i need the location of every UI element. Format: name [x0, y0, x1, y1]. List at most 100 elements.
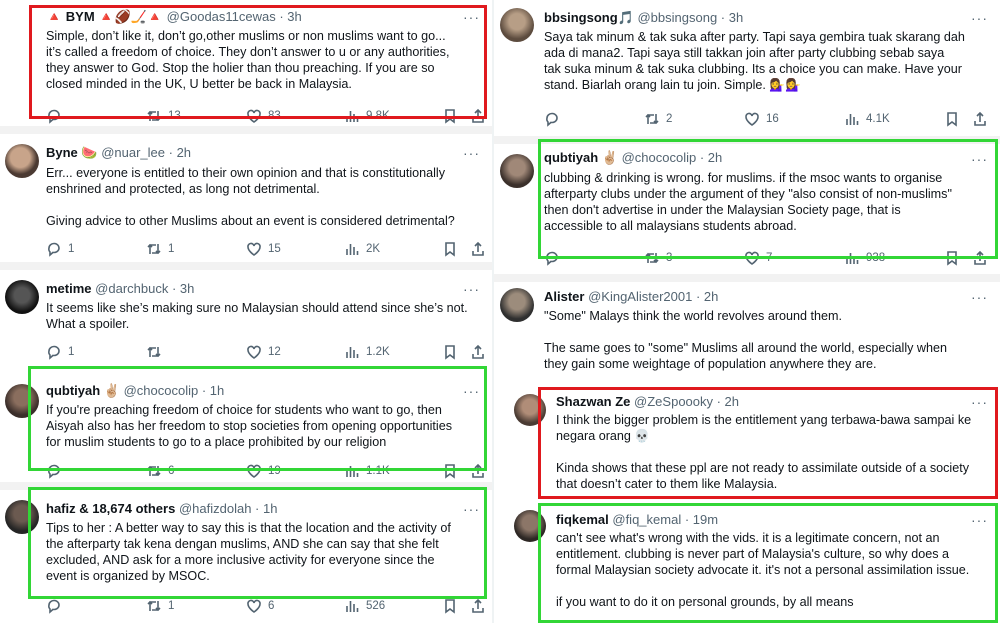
- author-name[interactable]: 🔺 BYM 🔺🏈🏒🔺: [46, 9, 163, 24]
- bookmark-button[interactable]: [442, 107, 458, 125]
- author-name[interactable]: Byne 🍉: [46, 145, 98, 160]
- author-name[interactable]: metime: [46, 281, 92, 296]
- more-options-icon[interactable]: ···: [463, 10, 480, 24]
- author-handle[interactable]: @KingAlister2001 · 2h: [588, 289, 718, 304]
- more-options-icon[interactable]: ···: [463, 282, 480, 296]
- tweet-text: It seems like she’s making sure no Malay…: [46, 301, 468, 331]
- tweet-card[interactable]: qubtiyah ✌🏼 @chococolip · 1h ··· If you'…: [0, 372, 492, 482]
- tweet-card[interactable]: Shazwan Ze @ZeSpoooky · 2h ··· I think t…: [494, 386, 1000, 498]
- more-options-icon[interactable]: ···: [971, 152, 988, 166]
- reply-button[interactable]: [46, 107, 68, 125]
- reply-button[interactable]: 1: [46, 240, 74, 258]
- author-handle[interactable]: @Goodas11cewas · 3h: [167, 9, 302, 24]
- share-button[interactable]: [470, 343, 486, 361]
- more-options-icon[interactable]: ···: [463, 146, 480, 160]
- tweet-card[interactable]: bbsingsong🎵 @bbsingsong · 3h ··· Saya ta…: [494, 0, 1000, 136]
- reply-button[interactable]: [46, 597, 68, 615]
- like-button[interactable]: 15: [246, 240, 281, 258]
- more-options-icon[interactable]: ···: [971, 395, 988, 409]
- tweet-card[interactable]: Alister @KingAlister2001 · 2h ··· "Some"…: [494, 282, 1000, 382]
- bookmark-button[interactable]: [944, 110, 960, 128]
- more-options-icon[interactable]: ···: [971, 513, 988, 527]
- author-name[interactable]: bbsingsong🎵: [544, 10, 634, 25]
- share-button[interactable]: [470, 462, 486, 480]
- tweet-card[interactable]: hafiz & 18,674 others @hafizdolah · 1h ·…: [0, 490, 492, 623]
- avatar[interactable]: [514, 394, 546, 426]
- avatar[interactable]: [514, 510, 546, 542]
- bookmark-button[interactable]: [442, 343, 458, 361]
- author-name[interactable]: hafiz & 18,674 others: [46, 501, 175, 516]
- reply-button[interactable]: [544, 249, 566, 267]
- tweet-divider: [0, 262, 492, 270]
- bookmark-button[interactable]: [944, 249, 960, 267]
- author-name[interactable]: qubtiyah ✌🏼: [544, 150, 618, 165]
- views-button[interactable]: 1.2K: [344, 343, 390, 361]
- heart-icon: [247, 599, 261, 613]
- author-handle[interactable]: @chococolip · 2h: [622, 150, 723, 165]
- like-button[interactable]: 16: [744, 110, 779, 128]
- tweet-card[interactable]: metime @darchbuck · 3h ··· It seems like…: [0, 270, 492, 370]
- retweet-icon: [147, 346, 161, 358]
- views-button[interactable]: 2K: [344, 240, 380, 258]
- author-handle[interactable]: @hafizdolah · 1h: [179, 501, 277, 516]
- tweet-card[interactable]: 🔺 BYM 🔺🏈🏒🔺 @Goodas11cewas · 3h ··· Simpl…: [0, 0, 492, 126]
- retweet-button[interactable]: 3: [644, 249, 672, 267]
- retweet-button[interactable]: 2: [644, 110, 672, 128]
- share-button[interactable]: [470, 597, 486, 615]
- avatar[interactable]: [5, 280, 39, 314]
- retweet-icon: [147, 243, 161, 255]
- retweet-button[interactable]: [146, 343, 168, 361]
- more-options-icon[interactable]: ···: [971, 11, 988, 25]
- reply-button[interactable]: 1: [46, 343, 74, 361]
- tweet-actions: 3 7 938: [544, 249, 994, 267]
- share-button[interactable]: [972, 110, 988, 128]
- like-button[interactable]: 19: [246, 462, 281, 480]
- more-options-icon[interactable]: ···: [463, 502, 480, 516]
- author-handle[interactable]: @chococolip · 1h: [124, 383, 225, 398]
- avatar[interactable]: [500, 8, 534, 42]
- author-name[interactable]: Shazwan Ze: [556, 394, 630, 409]
- avatar[interactable]: [5, 500, 39, 534]
- like-button[interactable]: 83: [246, 107, 281, 125]
- bookmark-button[interactable]: [442, 462, 458, 480]
- views-button[interactable]: 9.8K: [344, 107, 390, 125]
- bookmark-icon: [947, 112, 957, 127]
- more-options-icon[interactable]: ···: [463, 384, 480, 398]
- bookmark-button[interactable]: [442, 240, 458, 258]
- avatar[interactable]: [500, 288, 534, 322]
- author-handle[interactable]: @ZeSpoooky · 2h: [634, 394, 739, 409]
- retweet-icon: [147, 600, 161, 612]
- avatar[interactable]: [5, 384, 39, 418]
- share-button[interactable]: [470, 240, 486, 258]
- author-name[interactable]: qubtiyah ✌🏼: [46, 383, 120, 398]
- share-button[interactable]: [470, 107, 486, 125]
- retweet-button[interactable]: 13: [146, 107, 181, 125]
- retweet-button[interactable]: 6: [146, 462, 174, 480]
- author-handle[interactable]: @darchbuck · 3h: [95, 281, 194, 296]
- more-options-icon[interactable]: ···: [971, 290, 988, 304]
- views-button[interactable]: 526: [344, 597, 385, 615]
- like-button[interactable]: 7: [744, 249, 772, 267]
- like-button[interactable]: 12: [246, 343, 281, 361]
- author-handle[interactable]: @nuar_lee · 2h: [101, 145, 191, 160]
- views-button[interactable]: 1.1K: [344, 462, 390, 480]
- avatar[interactable]: [500, 154, 534, 188]
- like-button[interactable]: 6: [246, 597, 274, 615]
- reply-button[interactable]: [46, 462, 68, 480]
- avatar[interactable]: [5, 144, 39, 178]
- bookmark-button[interactable]: [442, 597, 458, 615]
- author-name[interactable]: Alister: [544, 289, 584, 304]
- author-handle[interactable]: @bbsingsong · 3h: [637, 10, 743, 25]
- share-button[interactable]: [972, 249, 988, 267]
- author-handle[interactable]: @fiq_kemal · 19m: [612, 512, 718, 527]
- tweet-text: clubbing & drinking is wrong. for muslim…: [544, 171, 952, 233]
- tweet-card[interactable]: fiqkemal @fiq_kemal · 19m ··· can't see …: [494, 502, 1000, 623]
- tweet-card[interactable]: Byne 🍉 @nuar_lee · 2h ··· Err... everyon…: [0, 134, 492, 260]
- reply-button[interactable]: [544, 110, 566, 128]
- views-button[interactable]: 938: [844, 249, 885, 267]
- retweet-button[interactable]: 1: [146, 240, 174, 258]
- views-button[interactable]: 4.1K: [844, 110, 890, 128]
- retweet-button[interactable]: 1: [146, 597, 174, 615]
- tweet-card[interactable]: qubtiyah ✌🏼 @chococolip · 2h ··· clubbin…: [494, 144, 1000, 274]
- author-name[interactable]: fiqkemal: [556, 512, 609, 527]
